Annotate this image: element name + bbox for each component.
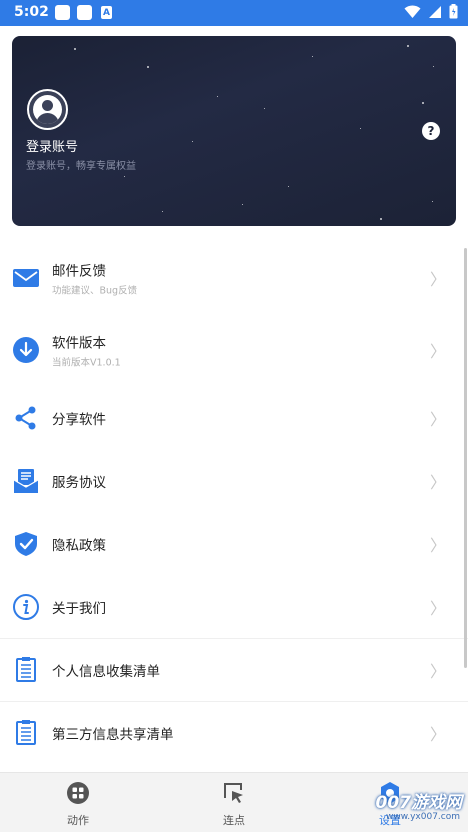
menu-item-title: 个人信息收集清单 bbox=[52, 664, 160, 680]
menu-item-subtitle: 功能建议、Bug反馈 bbox=[52, 285, 138, 297]
battery-icon bbox=[449, 4, 458, 19]
login-subtitle: 登录账号，畅享专属权益 bbox=[26, 161, 136, 172]
chevron-right-icon: 〉 bbox=[429, 472, 446, 492]
menu-item-version[interactable]: 软件版本 当前版本V1.0.1 〉 bbox=[0, 314, 468, 386]
status-bar: 5:02 A bbox=[0, 0, 468, 26]
settings-list: 邮件反馈 功能建议、Bug反馈 〉 软件版本 当前版本V1.0.1 〉 分享软件… bbox=[0, 242, 468, 764]
menu-item-title: 服务协议 bbox=[52, 474, 106, 491]
status-time: 5:02 bbox=[14, 4, 49, 20]
menu-item-title: 分享软件 bbox=[52, 411, 106, 428]
menu-item-service-agreement[interactable]: 服务协议 〉 bbox=[0, 449, 468, 512]
notification-icon bbox=[55, 5, 70, 20]
chevron-right-icon: 〉 bbox=[429, 598, 446, 618]
help-icon[interactable]: ? bbox=[422, 122, 440, 140]
share-icon bbox=[15, 406, 36, 429]
chevron-right-icon: 〉 bbox=[429, 662, 446, 681]
menu-item-third-party-list[interactable]: 第三方信息共享清单 〉 bbox=[0, 701, 468, 764]
chevron-right-icon: 〉 bbox=[429, 725, 446, 744]
tab-autoclick[interactable]: 连点 bbox=[189, 781, 279, 828]
signal-icon bbox=[429, 5, 441, 18]
menu-item-mail-feedback[interactable]: 邮件反馈 功能建议、Bug反馈 〉 bbox=[0, 242, 468, 314]
download-icon bbox=[13, 337, 39, 363]
scrollbar[interactable] bbox=[464, 248, 467, 668]
clipboard-icon bbox=[16, 657, 36, 682]
cursor-click-icon bbox=[224, 783, 243, 803]
notification-icon bbox=[77, 5, 92, 20]
notification-letter-icon: A bbox=[101, 6, 112, 19]
tab-label: 动作 bbox=[67, 814, 89, 827]
menu-item-about[interactable]: 关于我们 〉 bbox=[0, 575, 468, 638]
watermark-url: www.yx007.com bbox=[385, 812, 460, 822]
settings-page: 登录账号 登录账号，畅享专属权益 ? 邮件反馈 功能建议、Bug反馈 〉 软件版… bbox=[0, 26, 468, 772]
clipboard-icon bbox=[16, 720, 36, 745]
menu-item-privacy[interactable]: 隐私政策 〉 bbox=[0, 512, 468, 575]
chevron-right-icon: 〉 bbox=[429, 342, 446, 361]
chevron-right-icon: 〉 bbox=[429, 535, 446, 555]
menu-item-title: 软件版本 bbox=[52, 335, 106, 352]
agreement-icon bbox=[13, 468, 39, 493]
login-title[interactable]: 登录账号 bbox=[26, 136, 78, 155]
shield-check-icon bbox=[15, 531, 37, 556]
tab-actions[interactable]: 动作 bbox=[33, 781, 123, 828]
info-icon bbox=[13, 593, 39, 620]
menu-item-share[interactable]: 分享软件 〉 bbox=[0, 386, 468, 449]
avatar[interactable] bbox=[27, 89, 68, 130]
chevron-right-icon: 〉 bbox=[429, 409, 446, 429]
menu-item-title: 第三方信息共享清单 bbox=[52, 727, 174, 743]
chevron-right-icon: 〉 bbox=[429, 270, 446, 289]
account-banner[interactable]: 登录账号 登录账号，畅享专属权益 ? bbox=[12, 36, 456, 226]
watermark: 007游戏网 bbox=[375, 793, 463, 813]
menu-item-personal-info-list[interactable]: 个人信息收集清单 〉 bbox=[0, 638, 468, 701]
menu-item-title: 隐私政策 bbox=[52, 537, 106, 554]
menu-item-subtitle: 当前版本V1.0.1 bbox=[52, 357, 121, 369]
wifi-icon bbox=[404, 4, 421, 18]
menu-item-title: 邮件反馈 bbox=[52, 263, 106, 280]
mail-icon bbox=[13, 269, 39, 287]
actions-icon bbox=[67, 782, 89, 804]
tab-label: 连点 bbox=[223, 814, 245, 827]
menu-item-title: 关于我们 bbox=[52, 600, 106, 617]
